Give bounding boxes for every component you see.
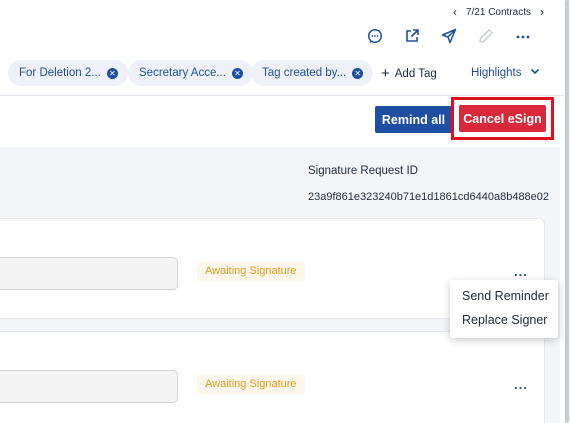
- tag-chip[interactable]: Tag created by... ✕: [251, 60, 374, 86]
- send-reminder-menu-item[interactable]: Send Reminder: [462, 289, 549, 303]
- more-options-icon[interactable]: ...: [514, 265, 528, 278]
- signature-request-id: 23a9f861e323240b71e1d1861cd6440a8b488e02: [308, 191, 550, 203]
- tag-label: Secretary Acce...: [139, 67, 226, 79]
- close-icon[interactable]: ✕: [231, 67, 243, 79]
- remind-all-button[interactable]: Remind all: [375, 106, 452, 133]
- status-badge: Awaiting Signature: [197, 375, 305, 394]
- contract-counter: 7/21 Contracts: [465, 6, 531, 18]
- send-icon[interactable]: [441, 26, 457, 46]
- status-badge: Awaiting Signature: [197, 262, 305, 281]
- cancel-esign-highlight: Cancel eSign: [451, 97, 554, 140]
- cancel-esign-button[interactable]: Cancel eSign: [459, 105, 546, 132]
- contract-navigator: ‹ 7/21 Contracts ›: [453, 6, 544, 18]
- edit-icon[interactable]: [478, 26, 494, 46]
- external-link-icon[interactable]: [404, 26, 420, 46]
- add-tag-button[interactable]: + Add Tag: [381, 66, 437, 81]
- signature-request-label: Signature Request ID: [308, 165, 418, 177]
- close-icon[interactable]: ✕: [352, 67, 364, 79]
- tag-label: For Deletion 2...: [19, 67, 101, 79]
- signer-field[interactable]: [0, 257, 178, 290]
- close-icon[interactable]: ✕: [106, 67, 118, 79]
- more-horizontal-icon[interactable]: [515, 26, 531, 46]
- add-tag-label: Add Tag: [394, 67, 437, 80]
- signer-context-menu: Send Reminder Replace Signer: [450, 280, 558, 338]
- tag-chip[interactable]: For Deletion 2... ✕: [8, 60, 128, 86]
- tags-row: For Deletion 2... ✕ Secretary Acce... ✕ …: [0, 59, 570, 87]
- signer-card: Awaiting Signature ...: [0, 331, 545, 423]
- scrollbar-thumb[interactable]: [565, 0, 569, 423]
- signer-field[interactable]: [0, 370, 178, 403]
- more-options-icon[interactable]: ...: [514, 378, 528, 391]
- chevron-right-icon[interactable]: ›: [540, 6, 544, 18]
- replace-signer-menu-item[interactable]: Replace Signer: [462, 313, 547, 327]
- comment-icon[interactable]: [367, 26, 383, 46]
- tag-label: Tag created by...: [262, 67, 347, 79]
- plus-icon: +: [381, 65, 390, 82]
- highlights-dropdown[interactable]: Highlights: [471, 66, 540, 79]
- scrollbar[interactable]: [564, 0, 570, 423]
- chevron-left-icon[interactable]: ‹: [453, 6, 457, 18]
- tag-chip[interactable]: Secretary Acce... ✕: [128, 60, 253, 86]
- divider: [0, 95, 570, 96]
- highlights-label: Highlights: [471, 66, 522, 79]
- toolbar: [367, 26, 531, 46]
- chevron-down-icon: [530, 66, 540, 79]
